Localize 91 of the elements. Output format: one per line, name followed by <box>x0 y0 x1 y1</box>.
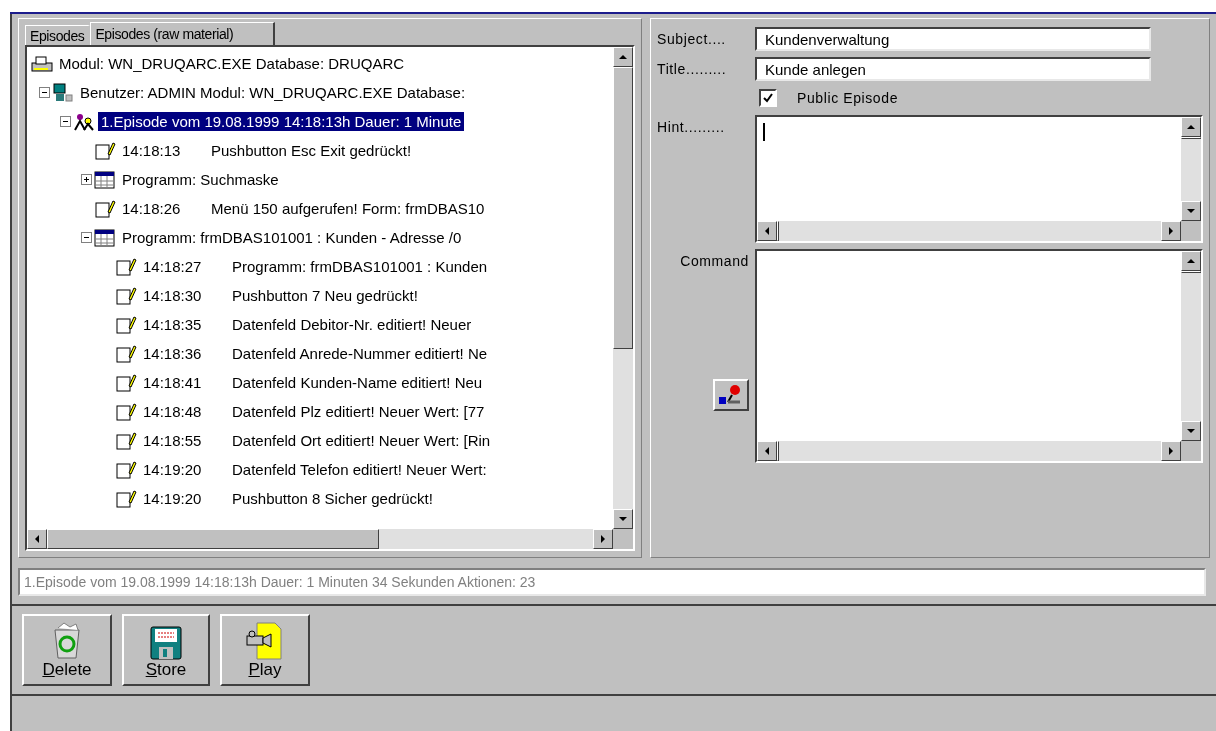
minus-icon <box>83 234 90 241</box>
note-pencil-icon <box>115 285 137 306</box>
tree-item[interactable]: Pushbutton Esc Exit gedrückt! <box>208 141 415 160</box>
tree-item[interactable]: Programm: frmDBAS101001 : Kunden - Adresse /0 <box>119 228 465 247</box>
scrollbar-corner <box>1181 441 1201 461</box>
tree-item[interactable]: Programm: frmDBAS101001 : Kunden <box>229 257 491 276</box>
field-label: Subject.... <box>657 30 727 49</box>
action-time: 14:18:48 <box>142 403 203 420</box>
arrow-icon <box>1167 447 1175 455</box>
tree-item[interactable]: Datenfeld Debitor-Nr. editiert! Neuer <box>229 315 475 334</box>
note-pencil-icon <box>115 459 137 480</box>
minus-icon <box>62 118 69 125</box>
action-time: 14:18:55 <box>142 432 203 449</box>
field-label: Command <box>680 252 749 269</box>
table-icon <box>94 169 116 190</box>
subject-field[interactable]: Kundenverwaltung <box>755 27 1151 51</box>
note-pencil-icon <box>115 314 137 335</box>
tree-item[interactable]: Datenfeld Anrede-Nummer editiert! Ne <box>229 344 491 363</box>
tab[interactable]: Episodes <box>25 25 91 45</box>
tree-item[interactable]: 1.Episode vom 19.08.1999 14:18:13h Dauer: 1 Minute <box>98 112 465 131</box>
tree-item[interactable]: Datenfeld Telefon editiert! Neuer Wert: <box>229 460 490 479</box>
arrow-icon <box>1187 207 1195 215</box>
delete-button[interactable]: Delete <box>22 614 112 686</box>
action-time: 14:18:35 <box>142 316 203 333</box>
tree-item[interactable]: Datenfeld Ort editiert! Neuer Wert: [Rin <box>229 431 494 450</box>
video-camera-icon <box>245 622 285 660</box>
joystick-button[interactable] <box>713 379 749 411</box>
tree-item[interactable]: Datenfeld Kunden-Name editiert! Neu <box>229 373 486 392</box>
horizontal-scrollbar[interactable] <box>757 221 1181 241</box>
collapse-toggle[interactable] <box>60 116 71 127</box>
check-mark-icon <box>763 93 773 103</box>
arrow-icon <box>33 535 41 543</box>
scrollbar-corner <box>1181 221 1201 241</box>
people-icon <box>73 111 95 132</box>
computer-user-icon <box>52 82 74 103</box>
arrow-icon <box>599 535 607 543</box>
command-field[interactable] <box>755 249 1203 463</box>
action-time: 14:18:26 <box>121 200 182 217</box>
play-button[interactable]: Play <box>220 614 310 686</box>
action-time: 14:19:20 <box>142 461 203 478</box>
arrow-icon <box>1187 123 1195 131</box>
arrow-icon <box>763 227 771 235</box>
tree-item[interactable]: Pushbutton 7 Neu gedrückt! <box>229 286 421 305</box>
status-field: 1.Episode vom 19.08.1999 14:18:13h Dauer: 1 Minuten 34 Sekunden Aktionen: 23 <box>18 568 1206 596</box>
tree-item[interactable]: Modul: WN_DRUQARC.EXE Database: DRUQARC <box>56 54 408 73</box>
arrow-icon <box>619 515 627 523</box>
action-time: 14:18:13 <box>121 142 182 159</box>
arrow-icon <box>1187 257 1195 265</box>
note-pencil-icon <box>94 198 116 219</box>
note-pencil-icon <box>115 430 137 451</box>
note-pencil-icon <box>115 372 137 393</box>
tree-item[interactable]: Datenfeld Plz editiert! Neuer Wert: [77 <box>229 402 488 421</box>
tree-item[interactable]: Menü 150 aufgerufen! Form: frmDBAS10 <box>208 199 488 218</box>
arrow-icon <box>1167 227 1175 235</box>
expand-toggle[interactable] <box>81 174 92 185</box>
scrollbar-corner <box>613 529 633 549</box>
note-pencil-icon <box>115 343 137 364</box>
tab[interactable]: Episodes (raw material) <box>90 22 276 45</box>
note-pencil-icon <box>115 256 137 277</box>
arrow-icon <box>1187 427 1195 435</box>
checkbox[interactable] <box>759 89 777 107</box>
arrow-icon <box>763 447 771 455</box>
horizontal-scrollbar[interactable] <box>27 529 613 549</box>
hint-field[interactable] <box>755 115 1203 243</box>
action-time: 14:18:30 <box>142 287 203 304</box>
action-time: 14:18:27 <box>142 258 203 275</box>
arrow-icon <box>619 53 627 61</box>
collapse-toggle[interactable] <box>39 87 50 98</box>
note-pencil-icon <box>115 488 137 509</box>
printer-icon <box>31 53 53 74</box>
tree-item[interactable]: Programm: Suchmaske <box>119 170 282 189</box>
action-time: 14:18:41 <box>142 374 203 391</box>
store-button[interactable]: Store <box>122 614 210 686</box>
tree-item[interactable]: Pushbutton 8 Sicher gedrückt! <box>229 489 436 508</box>
title-field[interactable]: Kunde anlegen <box>755 57 1151 81</box>
action-time: 14:19:20 <box>142 490 203 507</box>
vertical-scrollbar[interactable] <box>1181 251 1201 441</box>
tree-item[interactable]: Benutzer: ADMIN Modul: WN_DRUQARC.EXE Database: <box>77 83 469 102</box>
field-label: Title......... <box>657 60 728 79</box>
horizontal-scrollbar[interactable] <box>757 441 1181 461</box>
checkbox-label: Public Episode <box>797 90 898 106</box>
note-pencil-icon <box>115 401 137 422</box>
minus-icon <box>41 89 48 96</box>
field-label: Hint......... <box>657 118 726 137</box>
plus-icon <box>83 176 90 183</box>
vertical-scrollbar[interactable] <box>1181 117 1201 221</box>
vertical-scrollbar[interactable] <box>613 47 633 529</box>
table-icon <box>94 227 116 248</box>
collapse-toggle[interactable] <box>81 232 92 243</box>
action-time: 14:18:36 <box>142 345 203 362</box>
note-pencil-icon <box>94 140 116 161</box>
